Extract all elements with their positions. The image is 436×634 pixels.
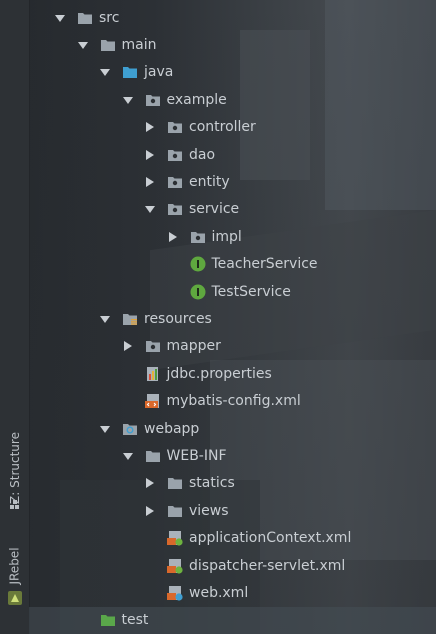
- tree-node-entity[interactable]: entity: [29, 168, 436, 195]
- tree-node-impl[interactable]: impl: [29, 223, 436, 250]
- tree-node-label: resources: [144, 310, 212, 327]
- tree-node-label: impl: [211, 228, 242, 245]
- tree-node-webapp[interactable]: webapp: [29, 415, 436, 442]
- expand-arrow-down-icon[interactable]: [77, 39, 88, 51]
- tree-node-label: controller: [189, 119, 256, 136]
- tree-node-label: example: [166, 91, 227, 108]
- tree-node-java[interactable]: java: [29, 59, 436, 86]
- tree-node-label: web.xml: [189, 584, 249, 601]
- web-xml-icon: [167, 585, 183, 601]
- spring-xml-icon: [167, 558, 183, 574]
- jrebel-tab-label: JRebel: [7, 547, 22, 585]
- tree-node-service[interactable]: service: [29, 196, 436, 223]
- tree-node-label: main: [121, 36, 157, 53]
- folder-gray-icon: [100, 37, 116, 53]
- interface-icon: [190, 284, 206, 300]
- collapse-arrow-right-icon[interactable]: [123, 340, 133, 352]
- tree-node-teacherservice[interactable]: TeacherService: [29, 251, 436, 278]
- tree-node-mapper[interactable]: mapper: [29, 333, 436, 360]
- tree-node-label: views: [189, 502, 229, 519]
- tree-node-dispatcher-servlet-xml[interactable]: dispatcher-servlet.xml: [29, 552, 436, 579]
- package-icon: [167, 174, 183, 190]
- interface-icon: [190, 256, 206, 272]
- left-tool-strip: Z: Structure JRebel: [0, 0, 30, 634]
- collapse-arrow-right-icon[interactable]: [145, 505, 155, 517]
- folder-source-blue-icon: [122, 64, 138, 80]
- expand-arrow-down-icon[interactable]: [100, 423, 110, 435]
- tree-node-label: src: [99, 9, 120, 26]
- package-icon: [167, 119, 183, 135]
- tree-node-label: java: [144, 64, 174, 81]
- tree-node-label: applicationContext.xml: [189, 530, 352, 547]
- tree-node-web-inf[interactable]: WEB-INF: [29, 442, 436, 469]
- package-icon: [167, 147, 183, 163]
- structure-tab-label: Z: Structure: [7, 431, 22, 504]
- tree-node-web-xml[interactable]: web.xml: [29, 579, 436, 606]
- properties-file-icon: [145, 366, 161, 382]
- expand-arrow-down-icon[interactable]: [55, 12, 65, 24]
- tree-node-test[interactable]: test: [29, 606, 436, 634]
- tree-node-statics[interactable]: statics: [29, 470, 436, 497]
- tree-node-label: TestService: [211, 283, 291, 300]
- tree-node-mybatis-config-xml[interactable]: mybatis-config.xml: [29, 388, 436, 415]
- project-tree: src main java example controller dao entity ser…: [29, 0, 436, 634]
- spring-xml-icon: [167, 530, 183, 546]
- tree-node-label: dao: [189, 146, 216, 163]
- tree-node-src[interactable]: src: [29, 4, 436, 31]
- structure-icon: [0, 498, 29, 512]
- collapse-arrow-right-icon[interactable]: [168, 231, 178, 243]
- tree-node-jdbc-properties[interactable]: jdbc.properties: [29, 360, 436, 387]
- tree-node-label: statics: [189, 475, 235, 492]
- tree-node-label: mapper: [166, 338, 221, 355]
- folder-test-green-icon: [100, 612, 116, 628]
- package-icon: [167, 201, 183, 217]
- tree-node-controller[interactable]: controller: [29, 114, 436, 141]
- expand-arrow-down-icon[interactable]: [122, 94, 133, 106]
- jrebel-tab[interactable]: JRebel: [0, 538, 29, 594]
- tree-node-testservice[interactable]: TestService: [29, 278, 436, 305]
- tree-node-label: WEB-INF: [166, 447, 227, 464]
- tree-node-label: dispatcher-servlet.xml: [189, 557, 346, 574]
- tree-node-views[interactable]: views: [29, 497, 436, 524]
- folder-gray-icon: [167, 475, 183, 491]
- expand-arrow-down-icon[interactable]: [122, 450, 133, 462]
- collapse-arrow-right-icon[interactable]: [145, 149, 155, 161]
- tree-node-applicationcontext-xml[interactable]: applicationContext.xml: [29, 525, 436, 552]
- tree-node-label: entity: [189, 173, 230, 190]
- folder-gray-icon: [167, 503, 183, 519]
- tree-node-label: jdbc.properties: [166, 365, 272, 382]
- tree-node-resources[interactable]: resources: [29, 305, 436, 332]
- collapse-arrow-right-icon[interactable]: [145, 477, 155, 489]
- package-icon: [145, 338, 161, 354]
- package-icon: [190, 229, 206, 245]
- expand-arrow-down-icon[interactable]: [145, 203, 155, 215]
- folder-gray-icon: [145, 448, 161, 464]
- expand-arrow-down-icon[interactable]: [100, 313, 110, 325]
- tree-node-label: test: [121, 612, 149, 629]
- web-folder-icon: [122, 421, 138, 437]
- tree-node-label: mybatis-config.xml: [166, 393, 301, 410]
- xml-file-icon: [144, 393, 161, 409]
- package-icon: [145, 92, 161, 108]
- collapse-arrow-right-icon[interactable]: [145, 176, 155, 188]
- tree-node-label: TeacherService: [211, 256, 318, 273]
- tree-node-dao[interactable]: dao: [29, 141, 436, 168]
- expand-arrow-down-icon[interactable]: [100, 66, 110, 78]
- tree-node-label: webapp: [144, 420, 200, 437]
- folder-gray-icon: [77, 10, 93, 26]
- collapse-arrow-right-icon[interactable]: [145, 121, 155, 133]
- tree-node-label: service: [189, 201, 240, 218]
- jrebel-icon: [0, 590, 29, 606]
- tree-node-main[interactable]: main: [29, 31, 436, 58]
- resources-folder-icon: [122, 311, 138, 327]
- tree-node-example[interactable]: example: [29, 86, 436, 113]
